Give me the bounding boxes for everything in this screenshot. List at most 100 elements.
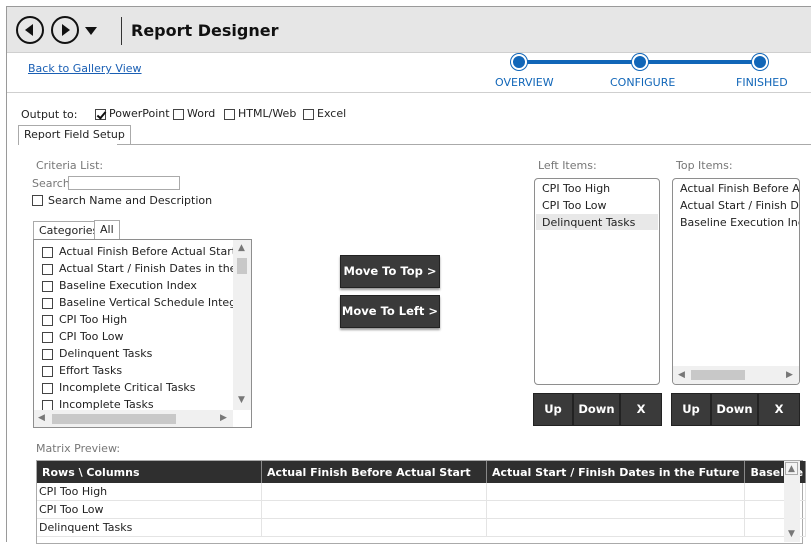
move-to-top-button[interactable]: Move To Top >: [340, 255, 440, 288]
criteria-checkbox[interactable]: [42, 247, 53, 258]
criteria-item[interactable]: Effort Tasks: [59, 364, 122, 377]
criteria-item[interactable]: CPI Too High: [59, 313, 127, 326]
scroll-down-icon[interactable]: ▼: [238, 395, 245, 405]
back-arrow-icon: [25, 24, 33, 36]
matrix-row-label: CPI Too Low: [37, 500, 262, 519]
step-dot-overview[interactable]: [511, 54, 527, 70]
criteria-item[interactable]: Delinquent Tasks: [59, 347, 152, 360]
criteria-checkbox[interactable]: [42, 281, 53, 292]
matrix-cell: [486, 518, 746, 537]
list-item[interactable]: Actual Finish Before Actual Start: [680, 182, 799, 195]
table-row: CPI Too High: [37, 483, 807, 501]
criteria-item[interactable]: Incomplete Critical Tasks: [59, 381, 196, 394]
matrix-cell: [261, 483, 487, 501]
top-items-label: Top Items:: [676, 159, 733, 172]
matrix-cell: [261, 500, 487, 519]
title-separator: [121, 17, 122, 45]
criteria-item[interactable]: Actual Start / Finish Dates in the Futur…: [59, 262, 251, 275]
output-to-label: Output to:: [21, 108, 78, 121]
matrix-cell: [261, 518, 487, 537]
matrix-vertical-scrollbar[interactable]: ▲ ▼: [784, 461, 800, 542]
search-name-desc-label[interactable]: Search Name and Description: [48, 194, 212, 207]
criteria-list[interactable]: Actual Finish Before Actual Start Actual…: [33, 239, 252, 428]
word-label[interactable]: Word: [187, 107, 215, 120]
matrix-header-row: Rows \ Columns Actual Finish Before Actu…: [37, 461, 807, 483]
matrix-column-header: Actual Finish Before Actual Start: [261, 461, 487, 483]
matrix-column-header: Rows \ Columns: [37, 461, 262, 483]
criteria-item[interactable]: Baseline Vertical Schedule Integration: [59, 296, 251, 309]
forward-arrow-icon: [62, 24, 70, 36]
powerpoint-label[interactable]: PowerPoint: [109, 107, 170, 120]
move-to-left-button[interactable]: Move To Left >: [340, 295, 440, 328]
scroll-left-icon[interactable]: ◀: [678, 370, 685, 380]
list-item[interactable]: CPI Too Low: [542, 199, 607, 212]
forward-button[interactable]: [51, 16, 79, 44]
top-remove-button[interactable]: X: [758, 393, 800, 426]
criteria-horizontal-scrollbar[interactable]: ◀ ▶: [34, 410, 233, 427]
top-up-button[interactable]: Up: [671, 393, 711, 426]
criteria-checkbox[interactable]: [42, 366, 53, 377]
step-configure[interactable]: CONFIGURE: [610, 76, 675, 89]
step-overview[interactable]: OVERVIEW: [495, 76, 554, 89]
matrix-row-label: Delinquent Tasks: [37, 518, 262, 537]
matrix-scroll-up-button[interactable]: ▲: [785, 462, 798, 475]
word-checkbox[interactable]: [173, 109, 184, 120]
list-item[interactable]: CPI Too High: [542, 182, 610, 195]
scroll-down-icon[interactable]: ▼: [788, 529, 795, 539]
step-dot-configure[interactable]: [632, 54, 648, 70]
top-items-horizontal-scrollbar[interactable]: ◀ ▶: [673, 366, 799, 384]
criteria-checkbox[interactable]: [42, 383, 53, 394]
htmlweb-label[interactable]: HTML/Web: [238, 107, 296, 120]
scroll-left-icon[interactable]: ◀: [38, 413, 45, 423]
header-divider: [7, 92, 811, 93]
left-down-button[interactable]: Down: [573, 393, 620, 426]
search-input[interactable]: [68, 176, 180, 190]
criteria-vertical-scrollbar[interactable]: ▲ ▼: [233, 240, 251, 410]
criteria-checkbox[interactable]: [42, 332, 53, 343]
criteria-item[interactable]: CPI Too Low: [59, 330, 124, 343]
matrix-table: Rows \ Columns Actual Finish Before Actu…: [37, 461, 807, 537]
scroll-thumb[interactable]: [52, 414, 176, 424]
left-remove-button[interactable]: X: [620, 393, 662, 426]
top-items-list[interactable]: Actual Finish Before Actual Start Actual…: [672, 178, 800, 385]
excel-label[interactable]: Excel: [317, 107, 346, 120]
list-item[interactable]: Baseline Execution Index: [680, 216, 799, 229]
left-items-label: Left Items:: [538, 159, 597, 172]
page-title: Report Designer: [131, 21, 279, 40]
matrix-cell: [486, 500, 746, 519]
tab-strip-line: [117, 144, 811, 145]
left-up-button[interactable]: Up: [533, 393, 573, 426]
step-finished[interactable]: FINISHED: [736, 76, 788, 89]
scroll-thumb[interactable]: [237, 258, 247, 274]
criteria-checkbox[interactable]: [42, 264, 53, 275]
list-item[interactable]: Delinquent Tasks: [542, 216, 635, 229]
tab-all[interactable]: All: [94, 220, 120, 240]
powerpoint-checkbox[interactable]: [95, 109, 106, 120]
title-bar: Report Designer: [7, 7, 811, 53]
criteria-checkbox[interactable]: [42, 315, 53, 326]
search-name-desc-checkbox[interactable]: [32, 195, 43, 206]
scroll-right-icon[interactable]: ▶: [786, 370, 793, 380]
htmlweb-checkbox[interactable]: [224, 109, 235, 120]
step-dot-finished[interactable]: [752, 54, 768, 70]
criteria-item[interactable]: Actual Finish Before Actual Start: [59, 245, 236, 258]
scroll-thumb[interactable]: [691, 370, 745, 380]
matrix-row-label: CPI Too High: [37, 483, 262, 501]
scroll-right-icon[interactable]: ▶: [220, 413, 227, 423]
top-down-button[interactable]: Down: [711, 393, 758, 426]
back-button[interactable]: [16, 16, 44, 44]
back-to-gallery-link[interactable]: Back to Gallery View: [28, 62, 142, 75]
criteria-checkbox[interactable]: [42, 298, 53, 309]
scroll-up-icon[interactable]: ▲: [238, 243, 245, 253]
matrix-cell: [486, 483, 746, 501]
criteria-checkbox[interactable]: [42, 349, 53, 360]
left-items-list[interactable]: CPI Too High CPI Too Low Delinquent Task…: [534, 178, 660, 385]
criteria-item[interactable]: Baseline Execution Index: [59, 279, 197, 292]
table-row: CPI Too Low: [37, 500, 807, 519]
list-item[interactable]: Actual Start / Finish Dates in the Futur…: [680, 199, 799, 212]
excel-checkbox[interactable]: [303, 109, 314, 120]
tab-report-field-setup[interactable]: Report Field Setup: [18, 125, 131, 145]
criteria-list-label: Criteria List:: [36, 159, 104, 172]
history-dropdown-icon[interactable]: [85, 27, 97, 35]
scroll-up-icon[interactable]: ▲: [788, 464, 795, 474]
